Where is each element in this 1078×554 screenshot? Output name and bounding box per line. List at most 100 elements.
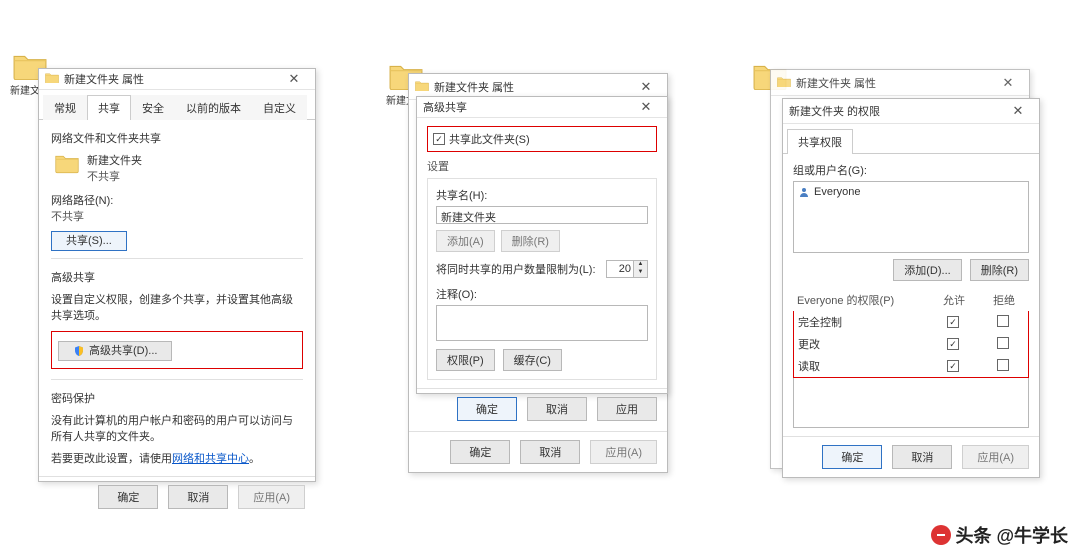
section-network: 网络文件和文件夹共享 bbox=[51, 130, 303, 146]
share-name-input[interactable]: 新建文件夹 bbox=[436, 206, 648, 224]
ok-button[interactable]: 确定 bbox=[822, 445, 882, 469]
people-icon bbox=[798, 186, 810, 198]
password-line2: 若要更改此设置，请使用网络和共享中心。 bbox=[51, 450, 303, 466]
attribution: 头条 @牛学长 bbox=[931, 522, 1068, 548]
window-title: 高级共享 bbox=[423, 99, 631, 115]
spin-up-icon[interactable]: ▲ bbox=[634, 261, 647, 269]
network-path-value: 不共享 bbox=[51, 208, 303, 224]
titlebar[interactable]: 新建文件夹 的权限 ✕ bbox=[783, 99, 1039, 124]
tab-security[interactable]: 安全 bbox=[131, 95, 175, 120]
cancel-button[interactable]: 取消 bbox=[527, 397, 587, 421]
table-row: 完全控制 bbox=[794, 311, 1028, 333]
close-icon[interactable]: ✕ bbox=[279, 69, 309, 89]
network-path-label: 网络路径(N): bbox=[51, 192, 303, 208]
share-name-label: 共享名(H): bbox=[436, 187, 648, 203]
advanced-share-label: 高级共享(D)... bbox=[89, 345, 157, 357]
user-limit-input[interactable]: 20 ▲▼ bbox=[606, 260, 648, 278]
titlebar[interactable]: 新建文件夹 属性 ✕ bbox=[771, 70, 1029, 96]
tab-previous[interactable]: 以前的版本 bbox=[175, 95, 252, 120]
apply-button[interactable]: 应用(A) bbox=[590, 440, 657, 464]
apply-button[interactable]: 应用(A) bbox=[962, 445, 1029, 469]
user-limit-label: 将同时共享的用户数量限制为(L): bbox=[436, 261, 600, 277]
spin-down-icon[interactable]: ▼ bbox=[634, 269, 647, 277]
tab-share-permissions[interactable]: 共享权限 bbox=[787, 129, 853, 154]
settings-group-label: 设置 bbox=[427, 158, 657, 174]
table-row: 读取 bbox=[794, 355, 1028, 377]
allow-full-control-checkbox[interactable] bbox=[947, 316, 959, 328]
tab-share[interactable]: 共享 bbox=[87, 95, 131, 120]
section-password: 密码保护 bbox=[51, 390, 303, 406]
permissions-button[interactable]: 权限(P) bbox=[436, 349, 495, 371]
tab-custom[interactable]: 自定义 bbox=[252, 95, 307, 120]
perm-header: Everyone 的权限(P) bbox=[793, 289, 929, 311]
apply-button[interactable]: 应用 bbox=[597, 397, 657, 421]
folder-icon bbox=[777, 76, 791, 90]
comment-label: 注释(O): bbox=[436, 286, 648, 302]
network-center-link[interactable]: 网络和共享中心 bbox=[172, 453, 249, 465]
allow-read-checkbox[interactable] bbox=[947, 360, 959, 372]
password-line1: 没有此计算机的用户帐户和密码的用户可以访问与所有人共享的文件夹。 bbox=[51, 412, 303, 444]
perm-label: 读取 bbox=[794, 355, 928, 377]
close-icon[interactable]: ✕ bbox=[993, 73, 1023, 93]
apply-button[interactable]: 应用(A) bbox=[238, 485, 305, 509]
toutiao-icon bbox=[931, 525, 951, 545]
users-listbox[interactable]: Everyone bbox=[793, 181, 1029, 253]
titlebar[interactable]: 新建文件夹 属性 ✕ bbox=[39, 69, 315, 90]
cancel-button[interactable]: 取消 bbox=[520, 440, 580, 464]
share-button[interactable]: 共享(S)... bbox=[51, 231, 127, 251]
advanced-desc: 设置自定义权限，创建多个共享，并设置其他高级共享选项。 bbox=[51, 291, 303, 323]
close-icon[interactable]: ✕ bbox=[631, 97, 661, 117]
titlebar[interactable]: 高级共享 ✕ bbox=[417, 97, 667, 118]
perm-list-continuation bbox=[793, 378, 1029, 428]
folder-icon bbox=[55, 152, 79, 174]
add-user-button[interactable]: 添加(D)... bbox=[893, 259, 961, 281]
ok-button[interactable]: 确定 bbox=[457, 397, 517, 421]
comment-input[interactable] bbox=[436, 305, 648, 341]
highlight-permissions: 完全控制 更改 读取 bbox=[793, 311, 1029, 378]
properties-dialog: 新建文件夹 属性 ✕ 常规 共享 安全 以前的版本 自定义 网络文件和文件夹共享… bbox=[38, 68, 316, 482]
dialog-buttons: 确定 取消 应用(A) bbox=[39, 476, 315, 517]
window-title: 新建文件夹 属性 bbox=[64, 71, 279, 87]
dialog-buttons: 确定 取消 应用(A) bbox=[783, 436, 1039, 477]
remove-share-button[interactable]: 删除(R) bbox=[501, 230, 560, 252]
window-title: 新建文件夹 的权限 bbox=[789, 103, 1003, 119]
dialog-buttons: 确定 取消 应用 bbox=[417, 388, 667, 429]
close-icon[interactable]: ✕ bbox=[1003, 101, 1033, 121]
window-title: 新建文件夹 属性 bbox=[434, 79, 631, 95]
perm-label: 完全控制 bbox=[794, 311, 928, 333]
share-this-label: 共享此文件夹(S) bbox=[449, 131, 530, 147]
checkbox-icon bbox=[433, 133, 445, 145]
cache-button[interactable]: 缓存(C) bbox=[503, 349, 562, 371]
share-status: 不共享 bbox=[87, 168, 142, 184]
folder-icon bbox=[45, 72, 59, 86]
deny-change-checkbox[interactable] bbox=[997, 337, 1009, 349]
share-pane: 网络文件和文件夹共享 新建文件夹 不共享 网络路径(N): 不共享 共享(S).… bbox=[39, 120, 315, 476]
highlight-advanced: 高级共享(D)... bbox=[51, 331, 303, 369]
tab-general[interactable]: 常规 bbox=[43, 95, 87, 120]
folder-icon bbox=[415, 80, 429, 94]
ok-button[interactable]: 确定 bbox=[450, 440, 510, 464]
cancel-button[interactable]: 取消 bbox=[168, 485, 228, 509]
advanced-share-button[interactable]: 高级共享(D)... bbox=[58, 341, 172, 361]
user-name: Everyone bbox=[814, 186, 860, 198]
deny-read-checkbox[interactable] bbox=[997, 359, 1009, 371]
deny-full-control-checkbox[interactable] bbox=[997, 315, 1009, 327]
tabstrip: 常规 共享 安全 以前的版本 自定义 bbox=[39, 90, 315, 120]
attribution-text: 头条 @牛学长 bbox=[955, 522, 1068, 548]
remove-user-button[interactable]: 删除(R) bbox=[970, 259, 1029, 281]
cancel-button[interactable]: 取消 bbox=[892, 445, 952, 469]
share-this-folder-checkbox[interactable]: 共享此文件夹(S) bbox=[433, 131, 651, 147]
close-icon[interactable]: ✕ bbox=[631, 77, 661, 97]
highlight-share-this: 共享此文件夹(S) bbox=[427, 126, 657, 152]
add-share-button[interactable]: 添加(A) bbox=[436, 230, 495, 252]
dialog-buttons: 确定 取消 应用(A) bbox=[409, 431, 667, 472]
spin-buttons[interactable]: ▲▼ bbox=[633, 261, 647, 277]
perm-label: 更改 bbox=[794, 333, 928, 355]
folder-name: 新建文件夹 bbox=[87, 152, 142, 168]
table-row: 更改 bbox=[794, 333, 1028, 355]
group-users-label: 组或用户名(G): bbox=[793, 162, 1029, 178]
section-advanced: 高级共享 bbox=[51, 269, 303, 285]
list-item[interactable]: Everyone bbox=[798, 186, 1024, 198]
ok-button[interactable]: 确定 bbox=[98, 485, 158, 509]
allow-change-checkbox[interactable] bbox=[947, 338, 959, 350]
